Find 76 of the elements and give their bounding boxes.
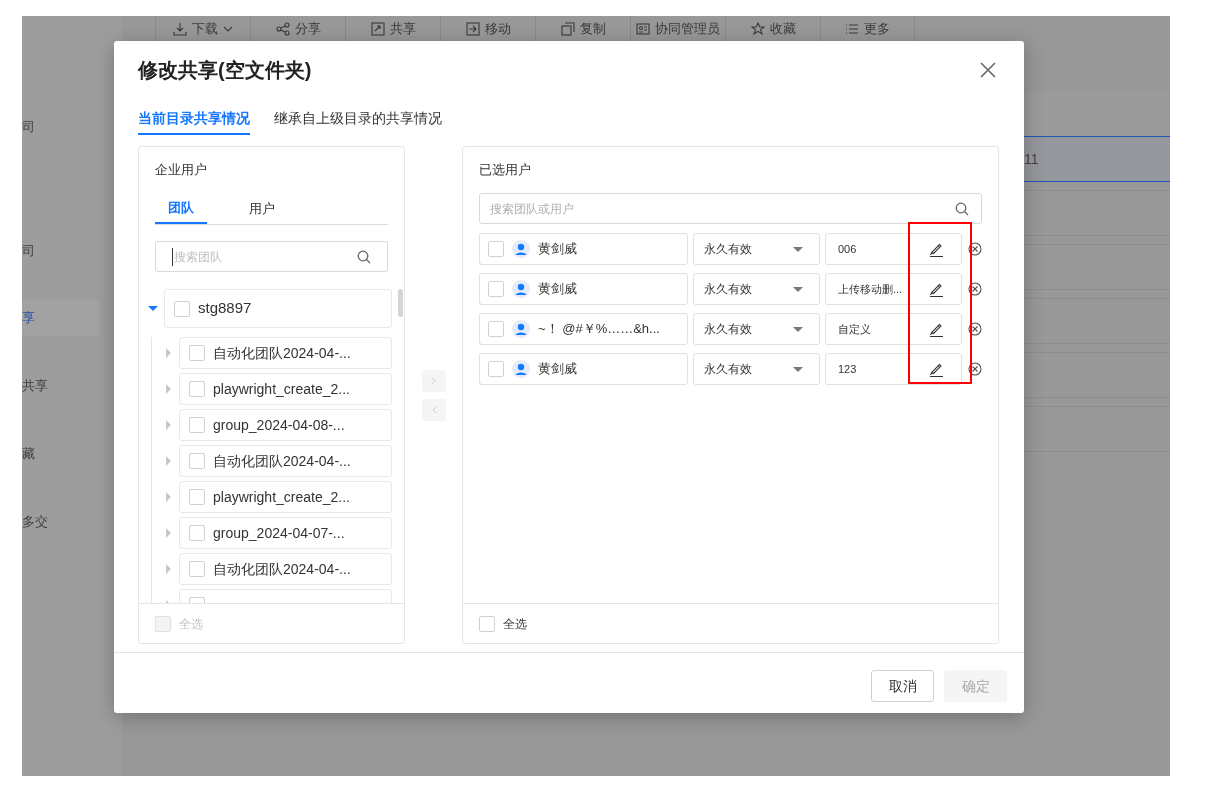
tree-item-label: group_2024-04-08-...: [213, 415, 345, 435]
tree-item[interactable]: playwright_create_2...: [179, 481, 392, 513]
move-icon: [465, 21, 480, 36]
share-icon: [275, 21, 290, 36]
panel-title: 企业用户: [155, 161, 207, 180]
search-icon: [955, 201, 969, 216]
caret-down-icon: [793, 326, 803, 332]
caret-down-icon: [793, 246, 803, 252]
permission-value: 006: [838, 241, 857, 257]
permission-value: 自定义: [838, 321, 871, 337]
user-avatar-icon: [512, 280, 530, 298]
cancel-button[interactable]: 取消: [871, 670, 934, 702]
tab[interactable]: 当前目录共享情况: [138, 103, 250, 135]
move-right-button[interactable]: [421, 370, 446, 392]
tree-item-label: stg8897: [198, 298, 252, 319]
pencil-icon[interactable]: [929, 361, 944, 377]
search-field[interactable]: 搜索团队或用户: [479, 193, 982, 224]
validity-dropdown[interactable]: 永久有效: [693, 273, 820, 305]
caret-down-icon[interactable]: [148, 303, 158, 314]
remove-icon[interactable]: [968, 322, 982, 336]
search-icon: [357, 249, 371, 264]
user-avatar-icon: [512, 360, 530, 378]
tab[interactable]: 继承自上级目录的共享情况: [274, 103, 442, 135]
chevron-right-icon: [430, 377, 437, 385]
search-placeholder: 搜索团队或用户: [490, 200, 574, 218]
member-name: 黄剑威: [538, 240, 577, 259]
tree-item-label: group_2024-04-07-...: [213, 523, 345, 543]
tree-item[interactable]: group_2024-04-08-...: [179, 409, 392, 441]
copy-icon: [560, 21, 575, 36]
tree-item-label: 自动化团队2024-04-...: [213, 451, 351, 471]
caret-down-icon: [793, 286, 803, 292]
select-all-label[interactable]: 全选: [503, 614, 527, 633]
member-name: 黄剑威: [538, 280, 577, 299]
list-icon: [845, 21, 859, 36]
member-name: 黄剑威: [538, 360, 577, 379]
pencil-icon[interactable]: [929, 241, 944, 257]
tree-item[interactable]: 自动化团队2024-04-...: [179, 337, 392, 369]
tree-item-label: 自动化团队2024-04-...: [213, 559, 351, 579]
tree-item[interactable]: stg8897: [164, 289, 392, 328]
caret-down-icon: [793, 366, 803, 372]
remove-icon[interactable]: [968, 242, 982, 256]
pencil-icon[interactable]: [929, 321, 944, 337]
tree-item-label: playwright_create_2...: [213, 379, 350, 399]
id-card-icon: [636, 21, 650, 36]
share-box-icon: [370, 21, 385, 36]
panel-title: 已选用户: [479, 161, 531, 180]
remove-icon[interactable]: [968, 362, 982, 376]
sidebar-item[interactable]: 享: [22, 300, 100, 336]
search-placeholder: 搜索团队: [172, 247, 222, 266]
dialog-title: 修改共享(空文件夹): [138, 58, 312, 83]
select-all-label: 全选: [179, 615, 203, 633]
close-icon[interactable]: [980, 62, 996, 78]
scrollbar-thumb[interactable]: [398, 289, 403, 317]
file-cell-text: 11: [1024, 149, 1039, 169]
star-icon: [750, 21, 765, 36]
remove-icon[interactable]: [968, 282, 982, 296]
tree-item-label: 自动化团队2024-04-...: [213, 343, 351, 363]
pencil-icon[interactable]: [929, 281, 944, 297]
user-avatar-icon: [512, 240, 530, 258]
tree-item-label: playwright_create_2...: [213, 487, 350, 507]
tree-item[interactable]: 自动化团队2024-04-...: [179, 445, 392, 477]
move-left-button[interactable]: [421, 399, 446, 421]
validity-dropdown[interactable]: 永久有效: [693, 313, 820, 345]
validity-dropdown[interactable]: 永久有效: [693, 353, 820, 385]
tree-item[interactable]: 自动化团队2024-04-...: [179, 553, 392, 585]
permission-value: 上传移动删...: [838, 281, 903, 297]
download-icon: [173, 21, 187, 36]
member-name: ~！ @#￥%……&h...: [538, 320, 660, 339]
user-avatar-icon: [512, 320, 530, 338]
tab[interactable]: 用户: [236, 193, 288, 224]
validity-dropdown[interactable]: 永久有效: [693, 233, 820, 265]
permission-value: 123: [838, 361, 857, 377]
tree-item[interactable]: group_2024-04-07-...: [179, 517, 392, 549]
tab[interactable]: 团队: [155, 193, 207, 224]
tree-item[interactable]: playwright_create_2...: [179, 373, 392, 405]
chevron-left-icon: [430, 406, 437, 414]
